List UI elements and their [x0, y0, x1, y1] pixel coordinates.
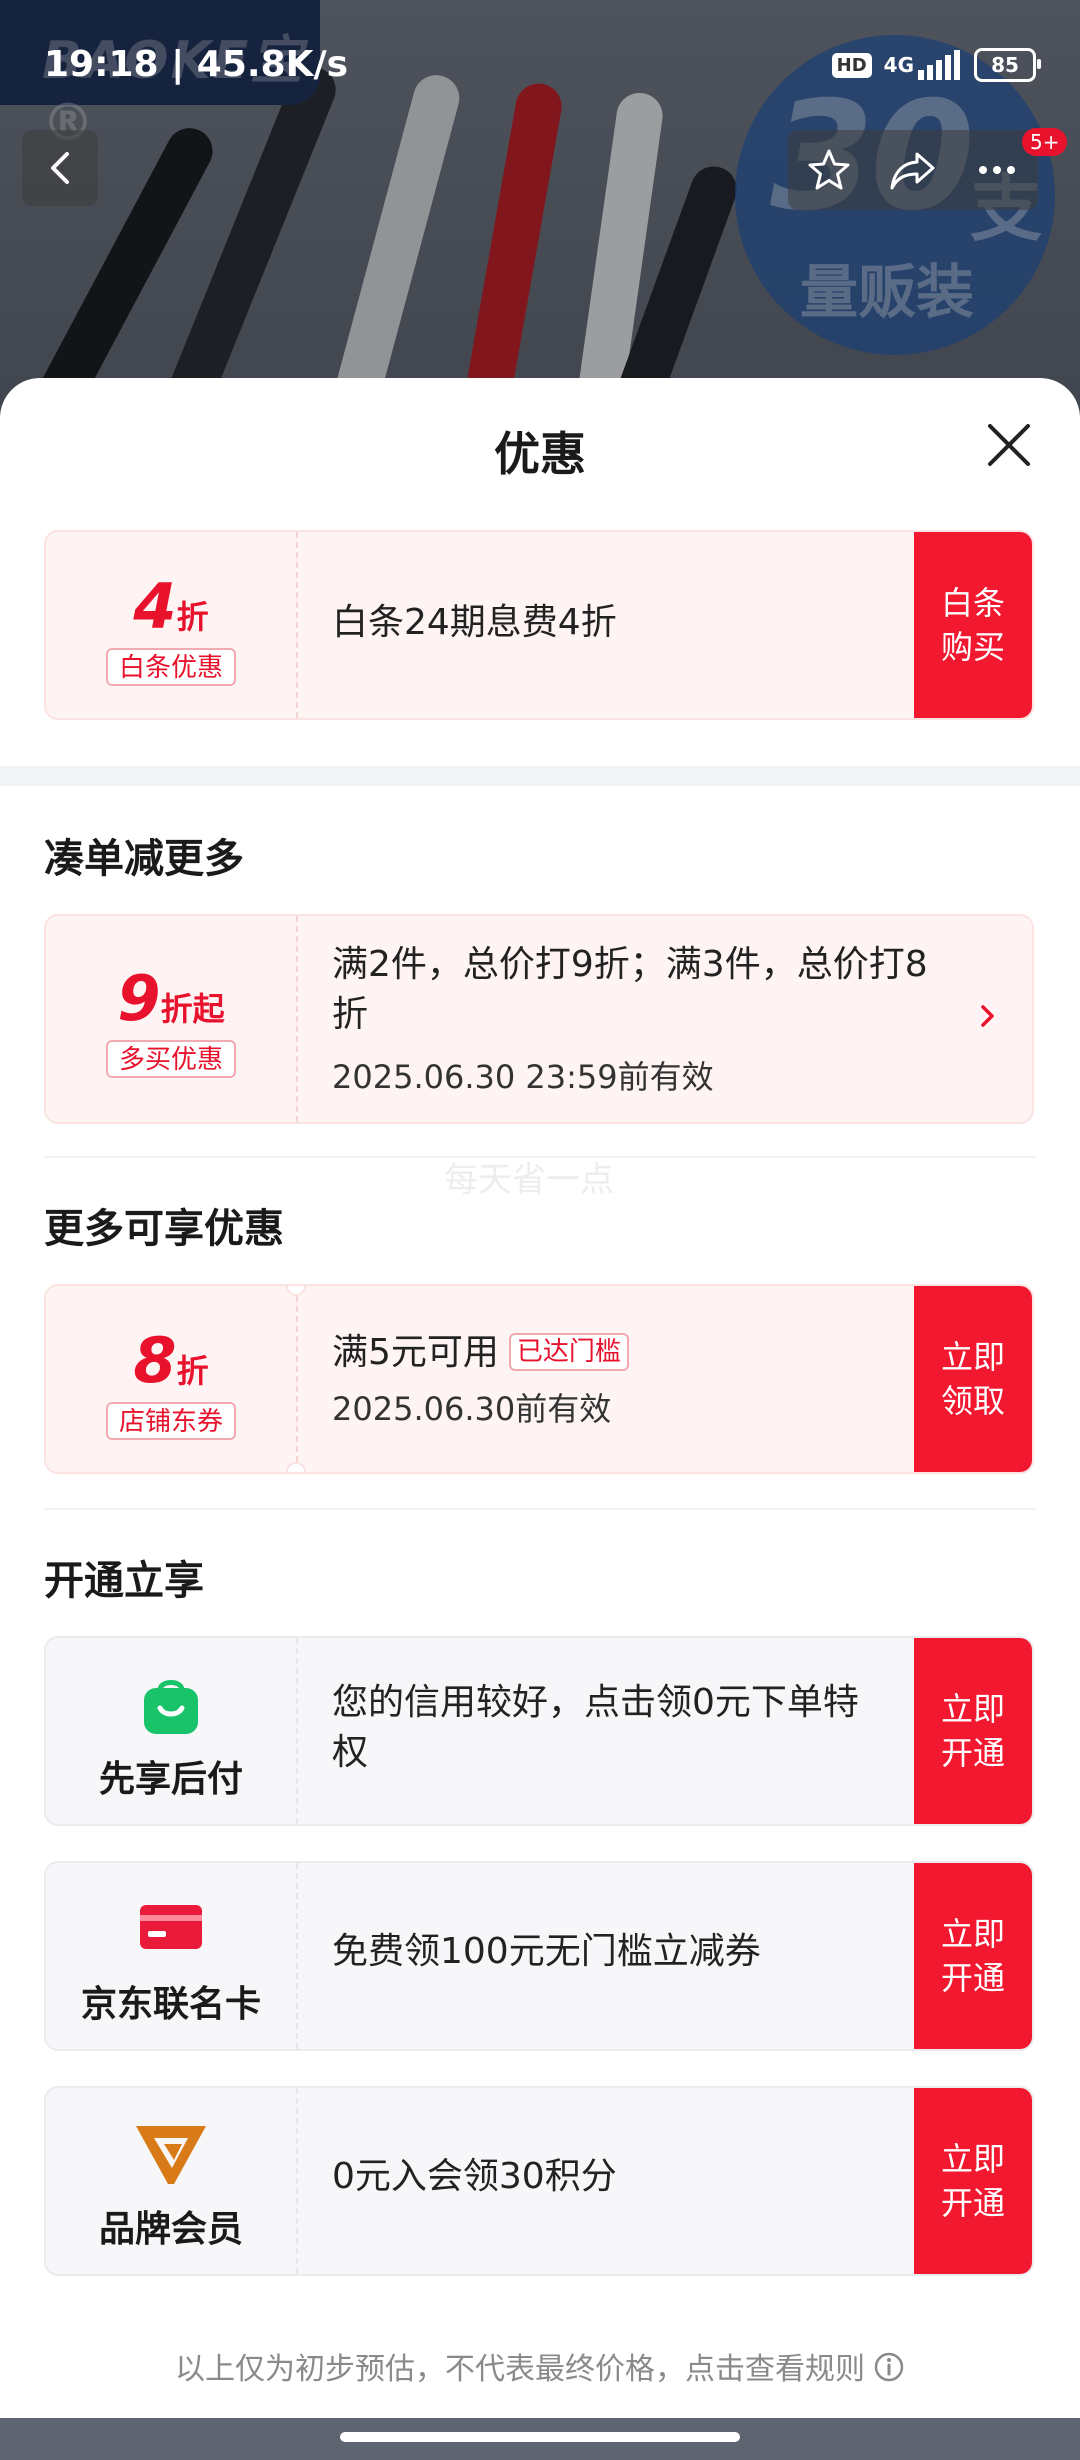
- threshold-reached-tag: 已达门槛: [508, 1333, 629, 1371]
- button-label: 立即 领取: [940, 1338, 1005, 1420]
- status-icons: HD 4G 85: [831, 48, 1041, 82]
- button-label: 立即 开通: [940, 1915, 1005, 1997]
- discount-unit: 折: [176, 598, 209, 636]
- more-icon[interactable]: [973, 146, 1021, 194]
- chevron-right-icon: [981, 1005, 994, 1027]
- join-member-button[interactable]: 立即 开通: [914, 2088, 1032, 2274]
- share-icon[interactable]: [887, 146, 939, 194]
- discount-value: 8折: [46, 1324, 296, 1397]
- pay-later-card: 先享后付 您的信用较好，点击领0元下单特权 立即 开通: [44, 1636, 1034, 1826]
- status-time-speed: 19:18 | 45.8K/s: [44, 44, 349, 85]
- offer-tag: 白条优惠: [106, 648, 236, 686]
- watermark-text: 每天省一点: [444, 1160, 614, 1200]
- discount-sheet: 优惠 4折 白条优惠 白条24期息费4折 白条 购买 凑单减更多 9折起 多买优…: [0, 378, 1080, 2418]
- discount-number: 8: [133, 1324, 177, 1397]
- shopping-bag-icon: [144, 1680, 198, 1734]
- co-brand-card-card: 京东联名卡 免费领100元无门槛立减券 立即 开通: [44, 1861, 1034, 2051]
- info-icon: [874, 2352, 904, 2382]
- offer-description: 满5元可用: [332, 1332, 499, 1373]
- item-label: 先享后付: [98, 1759, 243, 1800]
- button-label: 立即 开通: [940, 2140, 1005, 2222]
- hd-icon: HD: [831, 52, 872, 78]
- discount-unit: 折: [176, 1352, 209, 1390]
- footer-note-text: 以上仅为初步预估，不代表最终价格，点击查看规则: [175, 2352, 865, 2387]
- offer-description: 免费领100元无门槛立减券: [332, 1931, 761, 1972]
- status-bar: 19:18 | 45.8K/s HD 4G 85: [0, 0, 1080, 120]
- section-title-open: 开通立享: [44, 1558, 204, 1604]
- rules-footer-note[interactable]: 以上仅为初步预估，不代表最终价格，点击查看规则: [0, 2344, 1080, 2388]
- coupon-notch: [286, 1462, 306, 1472]
- activate-pay-later-button[interactable]: 立即 开通: [914, 1638, 1032, 1824]
- battery-icon: 85: [974, 48, 1041, 82]
- section-divider: [0, 766, 1080, 786]
- chevron-left-icon: [51, 152, 69, 184]
- home-indicator[interactable]: [340, 2432, 740, 2442]
- message-count-badge: 5+: [1022, 128, 1068, 156]
- offer-description: 0元入会领30积分: [332, 2156, 617, 2197]
- offer-description: 您的信用较好，点击领0元下单特权: [332, 1682, 859, 1773]
- battery-level: 85: [991, 53, 1019, 77]
- divider-line: [44, 1508, 1036, 1510]
- offer-description-row: 满5元可用 已达门槛: [332, 1328, 629, 1378]
- offer-validity: 2025.06.30前有效: [332, 1390, 612, 1428]
- store-coupon-card: 8折 店铺东券 满5元可用 已达门槛 2025.06.30前有效 立即 领取: [44, 1284, 1034, 1474]
- offer-description: 白条24期息费4折: [332, 602, 617, 643]
- sheet-title: 优惠: [494, 427, 586, 481]
- offer-left-panel: 4折 白条优惠: [46, 532, 298, 718]
- item-label: 京东联名卡: [80, 1984, 261, 2025]
- offer-tag: 店铺东券: [106, 1402, 236, 1440]
- brand-v-icon: [136, 2126, 206, 2184]
- signal-icon: [918, 50, 960, 80]
- offer-left-panel: 先享后付: [46, 1638, 298, 1824]
- brand-member-card: 品牌会员 0元入会领30积分 立即 开通: [44, 2086, 1034, 2276]
- close-icon[interactable]: [984, 420, 1034, 470]
- section-title-combine: 凑单减更多: [44, 836, 244, 882]
- top-actions: [788, 130, 1038, 210]
- discount-number: 9: [117, 962, 161, 1035]
- activate-card-button[interactable]: 立即 开通: [914, 1863, 1032, 2049]
- claim-coupon-button[interactable]: 立即 领取: [914, 1286, 1032, 1472]
- offer-left-panel: 京东联名卡: [46, 1863, 298, 2049]
- back-button[interactable]: [22, 130, 98, 206]
- offer-description: 满2件，总价打9折；满3件，总价打8折: [332, 944, 928, 1035]
- offer-left-panel: 品牌会员: [46, 2088, 298, 2274]
- baitiao-buy-button[interactable]: 白条 购买: [914, 532, 1032, 718]
- section-title-more: 更多可享优惠: [44, 1206, 284, 1252]
- credit-card-icon: [140, 1905, 202, 1949]
- discount-value: 9折起: [46, 962, 296, 1035]
- network-type: 4G: [883, 53, 914, 77]
- item-label: 品牌会员: [98, 2209, 243, 2250]
- discount-unit: 折起: [160, 990, 225, 1028]
- baitiao-offer-card: 4折 白条优惠 白条24期息费4折 白条 购买: [44, 530, 1034, 720]
- offer-left-panel: 8折 店铺东券: [46, 1286, 298, 1472]
- button-label: 白条 购买: [940, 584, 1005, 666]
- multi-buy-offer-card[interactable]: 9折起 多买优惠 满2件，总价打9折；满3件，总价打8折 2025.06.30 …: [44, 914, 1034, 1124]
- favorite-star-icon[interactable]: [805, 146, 853, 194]
- discount-value: 4折: [46, 570, 296, 643]
- discount-number: 4: [133, 570, 177, 643]
- button-label: 立即 开通: [940, 1690, 1005, 1772]
- offer-validity: 2025.06.30 23:59前有效: [332, 1058, 714, 1096]
- offer-tag: 多买优惠: [106, 1040, 236, 1078]
- offer-left-panel: 9折起 多买优惠: [46, 916, 298, 1122]
